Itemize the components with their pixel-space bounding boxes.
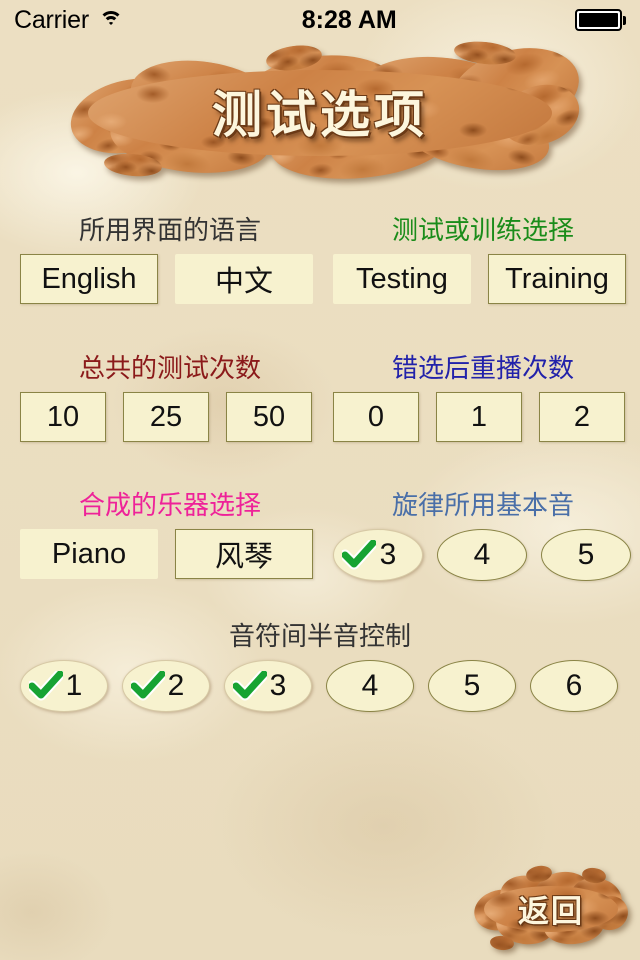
option-row-language: English 中文 — [20, 254, 320, 304]
option-label: English — [41, 262, 137, 295]
option-semitone-1[interactable]: 1 — [20, 660, 108, 712]
check-icon — [233, 671, 267, 701]
group-label-language: 所用界面的语言 — [78, 215, 261, 245]
option-label: 6 — [565, 669, 583, 702]
option-row-mode: Testing Training — [333, 254, 633, 304]
option-group-test-count: 总共的测试次数 10 25 50 — [20, 352, 320, 442]
group-label-replay-count: 错选后重播次数 — [391, 353, 574, 383]
option-instrument-风琴[interactable]: 风琴 — [175, 529, 313, 579]
option-label: 1 — [65, 669, 83, 702]
group-label-mode: 测试或训练选择 — [391, 215, 574, 245]
option-label: 风琴 — [214, 541, 273, 573]
status-bar-clock: 8:28 AM — [301, 5, 397, 34]
option-test-count-50[interactable]: 50 — [226, 392, 312, 442]
option-label: Piano — [51, 537, 127, 570]
option-semitone-2[interactable]: 2 — [122, 660, 210, 712]
option-label: 10 — [46, 400, 80, 433]
option-semitone-5[interactable]: 5 — [428, 660, 516, 712]
option-label: 0 — [367, 400, 385, 433]
option-group-replay-count: 错选后重播次数 0 1 2 — [333, 352, 633, 442]
option-test-count-25[interactable]: 25 — [123, 392, 209, 442]
option-label: 2 — [573, 400, 591, 433]
option-base-notes-3[interactable]: 3 — [333, 529, 423, 581]
battery-cap-icon — [623, 15, 626, 25]
back-button[interactable]: 返回 — [469, 862, 632, 954]
option-base-notes-4[interactable]: 4 — [437, 529, 527, 581]
option-label: 1 — [470, 400, 488, 433]
option-label: 中文 — [214, 266, 273, 298]
back-button-label: 返回 — [518, 893, 584, 929]
option-label: 50 — [252, 400, 286, 433]
option-label: 4 — [473, 538, 491, 571]
check-icon — [131, 671, 165, 701]
option-semitone-4[interactable]: 4 — [326, 660, 414, 712]
option-label: 3 — [269, 669, 287, 702]
option-replay-count-0[interactable]: 0 — [333, 392, 419, 442]
check-icon — [29, 671, 63, 701]
option-label: Testing — [356, 262, 448, 295]
status-bar-right — [574, 9, 626, 31]
option-semitone-6[interactable]: 6 — [530, 660, 618, 712]
group-label-test-count: 总共的测试次数 — [78, 353, 261, 383]
option-replay-count-2[interactable]: 2 — [539, 392, 625, 442]
option-row-base-notes: 3 4 5 — [333, 529, 633, 581]
group-label-base-notes: 旋律所用基本音 — [391, 490, 574, 520]
option-row-test-count: 10 25 50 — [20, 392, 320, 442]
group-label-instrument: 合成的乐器选择 — [78, 490, 261, 520]
page-title: 测试选项 — [212, 87, 428, 143]
page-title-banner: 测试选项 — [63, 35, 588, 186]
option-label: 4 — [361, 669, 379, 702]
option-label: 2 — [167, 669, 185, 702]
option-row-instrument: Piano 风琴 — [20, 529, 320, 579]
option-semitone-3[interactable]: 3 — [224, 660, 312, 712]
option-label: 3 — [379, 538, 397, 571]
option-language-english[interactable]: English — [20, 254, 158, 304]
option-base-notes-5[interactable]: 5 — [541, 529, 631, 581]
option-language-中文[interactable]: 中文 — [175, 254, 313, 304]
group-label-semitone: 音符间半音控制 — [228, 621, 411, 651]
carrier-label: Carrier — [14, 5, 89, 34]
battery-full-icon — [574, 9, 622, 31]
wifi-icon — [98, 10, 124, 30]
status-bar-left: Carrier — [14, 6, 124, 35]
check-icon — [342, 540, 376, 570]
option-group-base-notes: 旋律所用基本音 3 4 5 — [333, 489, 633, 581]
option-group-semitone: 音符间半音控制 1 2 3 4 5 6 — [20, 620, 620, 712]
option-test-count-10[interactable]: 10 — [20, 392, 106, 442]
status-bar: Carrier 8:28 AM — [0, 0, 640, 40]
option-instrument-piano[interactable]: Piano — [20, 529, 158, 579]
option-row-semitone: 1 2 3 4 5 6 — [20, 660, 620, 712]
option-label: 5 — [463, 669, 481, 702]
option-label: 5 — [577, 538, 595, 571]
option-label: Training — [505, 262, 609, 295]
option-replay-count-1[interactable]: 1 — [436, 392, 522, 442]
option-row-replay-count: 0 1 2 — [333, 392, 633, 442]
option-group-language: 所用界面的语言 English 中文 — [20, 214, 320, 304]
option-mode-testing[interactable]: Testing — [333, 254, 471, 304]
option-label: 25 — [149, 400, 183, 433]
option-group-instrument: 合成的乐器选择 Piano 风琴 — [20, 489, 320, 579]
option-group-mode: 测试或训练选择 Testing Training — [333, 214, 633, 304]
option-mode-training[interactable]: Training — [488, 254, 626, 304]
